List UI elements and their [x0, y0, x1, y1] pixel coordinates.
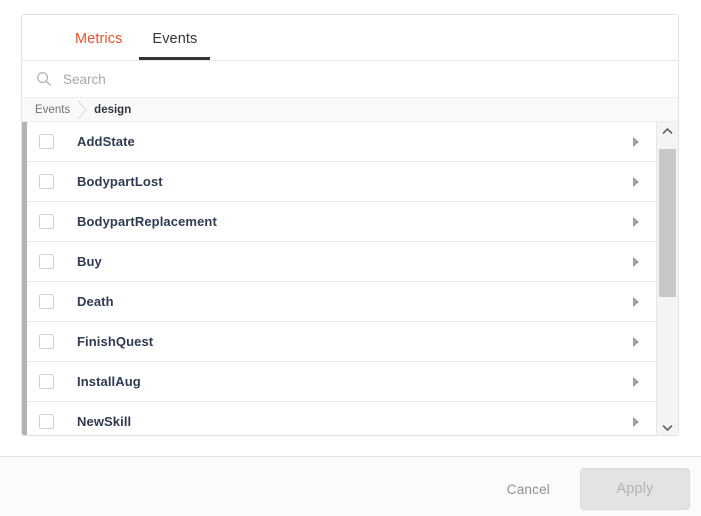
search-icon [36, 71, 52, 87]
row-label: Death [77, 294, 114, 309]
dialog-footer: Cancel Apply [0, 456, 701, 516]
row-checkbox[interactable] [39, 334, 54, 349]
row-checkbox[interactable] [39, 134, 54, 149]
search-input[interactable] [63, 69, 678, 89]
table-row[interactable]: BodypartReplacement [22, 202, 656, 242]
table-row[interactable]: Buy [22, 242, 656, 282]
triangle-right-icon[interactable] [631, 216, 641, 228]
table-row[interactable]: Death [22, 282, 656, 322]
row-checkbox[interactable] [39, 374, 54, 389]
triangle-right-icon[interactable] [631, 256, 641, 268]
row-label: InstallAug [77, 374, 141, 389]
table-row[interactable]: BodypartLost [22, 162, 656, 202]
breadcrumb: Events design [22, 98, 678, 122]
row-checkbox[interactable] [39, 254, 54, 269]
scroll-down-button[interactable] [657, 419, 678, 435]
cancel-button[interactable]: Cancel [491, 472, 566, 507]
breadcrumb-item-design: design [94, 103, 132, 116]
row-label: NewSkill [77, 414, 132, 429]
breadcrumb-item-events[interactable]: Events [31, 104, 74, 116]
row-checkbox[interactable] [39, 414, 54, 429]
row-checkbox[interactable] [39, 294, 54, 309]
triangle-right-icon[interactable] [631, 336, 641, 348]
row-label: FinishQuest [77, 334, 154, 349]
tab-metrics[interactable]: Metrics [60, 31, 137, 61]
chevron-up-icon [662, 127, 673, 135]
list-scrollbar[interactable] [656, 122, 678, 435]
triangle-right-icon[interactable] [631, 176, 641, 188]
scroll-up-button[interactable] [657, 122, 678, 139]
chevron-right-icon [74, 98, 90, 122]
row-label: BodypartLost [77, 174, 163, 189]
table-row[interactable]: FinishQuest [22, 322, 656, 362]
row-checkbox[interactable] [39, 174, 54, 189]
search-bar [22, 61, 678, 98]
footer-actions: Cancel Apply [491, 468, 690, 510]
event-metric-selector-dialog: Metrics Events Events design [0, 0, 701, 516]
table-row[interactable]: InstallAug [22, 362, 656, 402]
row-checkbox[interactable] [39, 214, 54, 229]
selector-card: Metrics Events Events design [21, 14, 679, 436]
tab-bar: Metrics Events [22, 15, 678, 61]
table-row[interactable]: NewSkill [22, 402, 656, 435]
triangle-right-icon[interactable] [631, 376, 641, 388]
row-label: BodypartReplacement [77, 214, 217, 229]
table-row[interactable]: AddState [22, 122, 656, 162]
triangle-right-icon[interactable] [631, 416, 641, 428]
scrollbar-track[interactable] [657, 139, 678, 419]
row-label: AddState [77, 134, 135, 149]
triangle-right-icon[interactable] [631, 296, 641, 308]
event-list: AddState BodypartLost BodypartReplacemen… [22, 122, 678, 435]
tab-events[interactable]: Events [137, 31, 212, 61]
event-rows: AddState BodypartLost BodypartReplacemen… [22, 122, 656, 435]
list-left-rail [22, 122, 27, 435]
triangle-right-icon[interactable] [631, 136, 641, 148]
scrollbar-thumb[interactable] [659, 149, 676, 297]
row-label: Buy [77, 254, 102, 269]
apply-button[interactable]: Apply [580, 468, 690, 510]
chevron-down-icon [662, 424, 673, 432]
